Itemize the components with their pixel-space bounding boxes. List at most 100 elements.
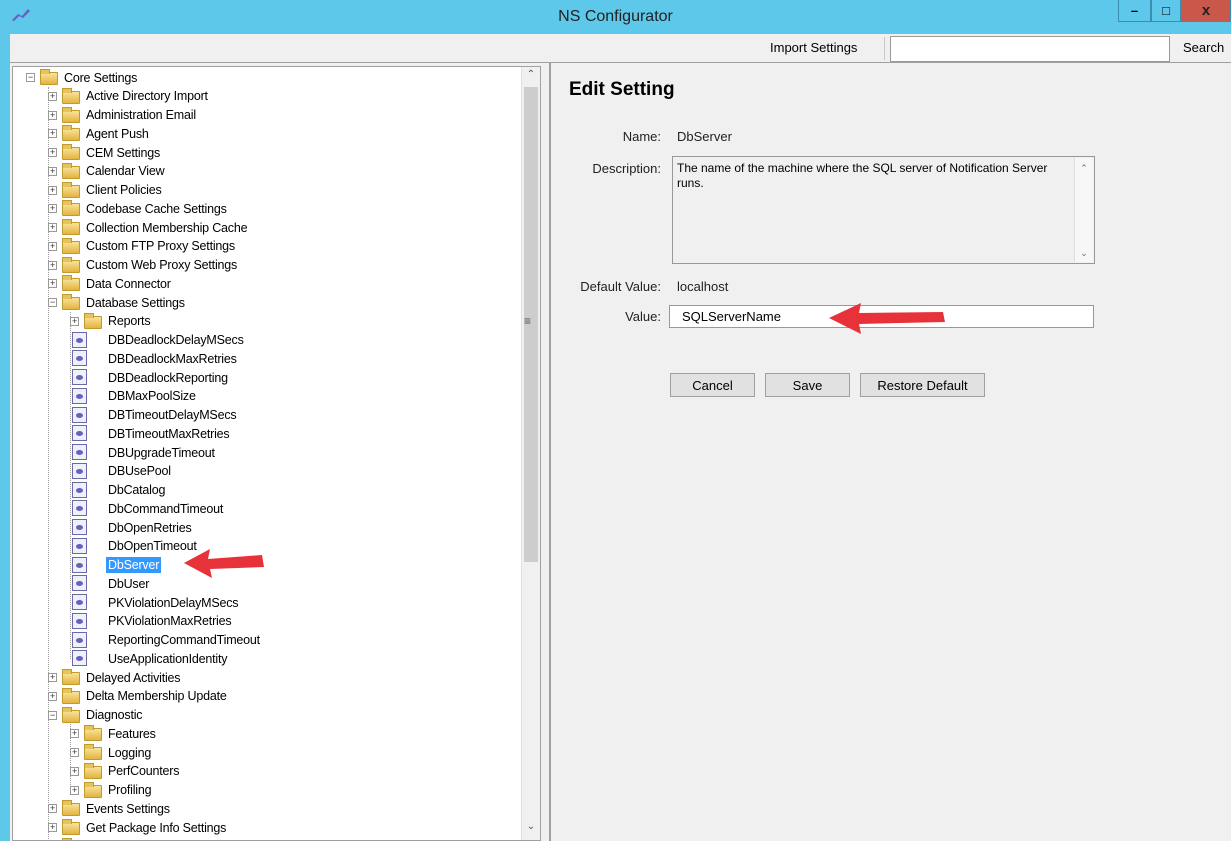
tree-item[interactable]: + Events Settings: [13, 799, 521, 818]
tree-item-label: Logging: [108, 745, 152, 760]
folder-icon: [62, 200, 80, 217]
tree-item[interactable]: + Delta Membership Update: [13, 687, 521, 706]
expand-icon[interactable]: +: [48, 129, 57, 139]
close-button[interactable]: x: [1181, 0, 1231, 22]
description-box[interactable]: The name of the machine where the SQL se…: [672, 156, 1095, 264]
description-scrollbar[interactable]: ⌃ ⌄: [1074, 158, 1093, 262]
import-settings-button[interactable]: Import Settings: [770, 40, 857, 55]
collapse-icon[interactable]: −: [48, 298, 57, 307]
tree-item[interactable]: DbCatalog: [13, 481, 521, 500]
maximize-button[interactable]: □: [1151, 0, 1181, 22]
setting-icon: [72, 369, 87, 385]
tree-item-label: Database Settings: [86, 295, 185, 310]
tree-item[interactable]: + Active Directory Import: [13, 87, 521, 106]
expand-icon[interactable]: +: [48, 804, 57, 814]
tree-item[interactable]: + Data Connector: [13, 274, 521, 293]
expand-icon[interactable]: +: [70, 316, 79, 326]
expand-icon[interactable]: +: [70, 766, 79, 776]
tree-item[interactable]: + Agent Push: [13, 124, 521, 143]
expand-icon[interactable]: +: [48, 223, 57, 232]
expand-icon[interactable]: +: [70, 729, 79, 739]
tree-item-label: DBTimeoutDelayMSecs: [108, 408, 237, 422]
tree-item[interactable]: + Logging: [13, 743, 521, 762]
tree-item[interactable]: DBUsePool: [13, 462, 521, 481]
value-input[interactable]: [669, 305, 1094, 328]
setting-icon: [72, 556, 87, 573]
setting-icon: [72, 462, 87, 479]
tree-item[interactable]: DBDeadlockDelayMSecs: [13, 331, 521, 350]
tree-scrollbar[interactable]: ⌃ ⌄: [521, 67, 540, 840]
expand-icon[interactable]: +: [48, 204, 57, 214]
collapse-icon[interactable]: −: [48, 710, 57, 720]
setting-icon: [72, 612, 87, 629]
tree-item[interactable]: + Codebase Cache Settings: [13, 199, 521, 218]
tree-item[interactable]: DBTimeoutDelayMSecs: [13, 406, 521, 425]
tree-item[interactable]: − Core Settings: [13, 68, 521, 87]
tree-item[interactable]: PKViolationDelayMSecs: [13, 593, 521, 612]
expand-icon[interactable]: +: [48, 260, 57, 270]
tree-item[interactable]: + Get Package Info Settings: [13, 818, 521, 837]
tree-item[interactable]: − Diagnostic: [13, 706, 521, 725]
folder-icon: [62, 275, 80, 292]
expand-icon[interactable]: +: [70, 785, 79, 795]
tree-item[interactable]: DBDeadlockReporting: [13, 368, 521, 387]
expand-icon[interactable]: +: [48, 691, 57, 701]
tree-item[interactable]: + Administration Email: [13, 106, 521, 125]
minimize-button[interactable]: –: [1118, 0, 1151, 22]
setting-icon: [72, 594, 87, 610]
tree-item[interactable]: PKViolationMaxRetries: [13, 612, 521, 631]
tree-item[interactable]: DBTimeoutMaxRetries: [13, 424, 521, 443]
save-button[interactable]: Save: [765, 373, 850, 397]
tree-item[interactable]: DbUser: [13, 574, 521, 593]
tree-item[interactable]: + Collection Membership Cache: [13, 218, 521, 237]
expand-icon[interactable]: +: [48, 166, 57, 176]
expand-icon[interactable]: +: [70, 748, 79, 757]
tree-item[interactable]: UseApplicationIdentity: [13, 649, 521, 668]
tree-item[interactable]: +History Settings: [13, 837, 521, 840]
tree-item[interactable]: + Delayed Activities: [13, 668, 521, 687]
tree-item[interactable]: DBUpgradeTimeout: [13, 443, 521, 462]
tree-item[interactable]: − Database Settings: [13, 293, 521, 312]
expand-icon[interactable]: +: [48, 241, 57, 251]
cancel-button[interactable]: Cancel: [670, 373, 755, 397]
tree-item[interactable]: DbOpenTimeout: [13, 537, 521, 556]
folder-icon: [84, 744, 102, 760]
expand-icon[interactable]: +: [48, 673, 57, 682]
tree-item[interactable]: + Features: [13, 724, 521, 743]
splitter-grip-icon[interactable]: ≡: [524, 314, 531, 328]
restore-default-button[interactable]: Restore Default: [860, 373, 985, 397]
tree-item[interactable]: + PerfCounters: [13, 762, 521, 781]
expand-icon[interactable]: +: [48, 279, 57, 289]
expand-icon[interactable]: +: [48, 148, 57, 157]
tree-item[interactable]: + Client Policies: [13, 181, 521, 200]
scroll-down-icon[interactable]: ⌄: [522, 821, 540, 838]
expand-icon[interactable]: +: [48, 110, 57, 120]
panel-title: Edit Setting: [569, 79, 675, 100]
tree-item-label: Codebase Cache Settings: [86, 201, 227, 216]
expand-icon[interactable]: +: [48, 823, 57, 832]
settings-tree[interactable]: − Core Settings + Active Directory Import + A…: [12, 66, 541, 841]
tree-item[interactable]: DbOpenRetries: [13, 518, 521, 537]
tree-item[interactable]: + Custom Web Proxy Settings: [13, 256, 521, 275]
expand-icon[interactable]: +: [48, 185, 57, 195]
search-input[interactable]: [890, 36, 1170, 62]
tree-item-label: DbOpenRetries: [108, 520, 192, 535]
scroll-up-icon[interactable]: ⌃: [522, 69, 540, 86]
tree-item[interactable]: DbServer: [13, 556, 521, 575]
tree-item[interactable]: + Reports: [13, 312, 521, 331]
tree-item-label: ReportingCommandTimeout: [108, 633, 260, 647]
tree-item[interactable]: DbCommandTimeout: [13, 499, 521, 518]
tree-item[interactable]: + Calendar View: [13, 162, 521, 181]
folder-icon: [62, 162, 80, 179]
tree-item[interactable]: + Profiling: [13, 781, 521, 800]
tree-item[interactable]: ReportingCommandTimeout: [13, 631, 521, 650]
search-button[interactable]: Search: [1183, 40, 1224, 55]
setting-icon: [72, 537, 87, 554]
tree-item[interactable]: DBMaxPoolSize: [13, 387, 521, 406]
collapse-icon[interactable]: −: [26, 73, 35, 82]
tree-item[interactable]: + Custom FTP Proxy Settings: [13, 237, 521, 256]
tree-item[interactable]: DBDeadlockMaxRetries: [13, 349, 521, 368]
setting-icon: [72, 481, 87, 498]
tree-item[interactable]: + CEM Settings: [13, 143, 521, 162]
expand-icon[interactable]: +: [48, 91, 57, 101]
